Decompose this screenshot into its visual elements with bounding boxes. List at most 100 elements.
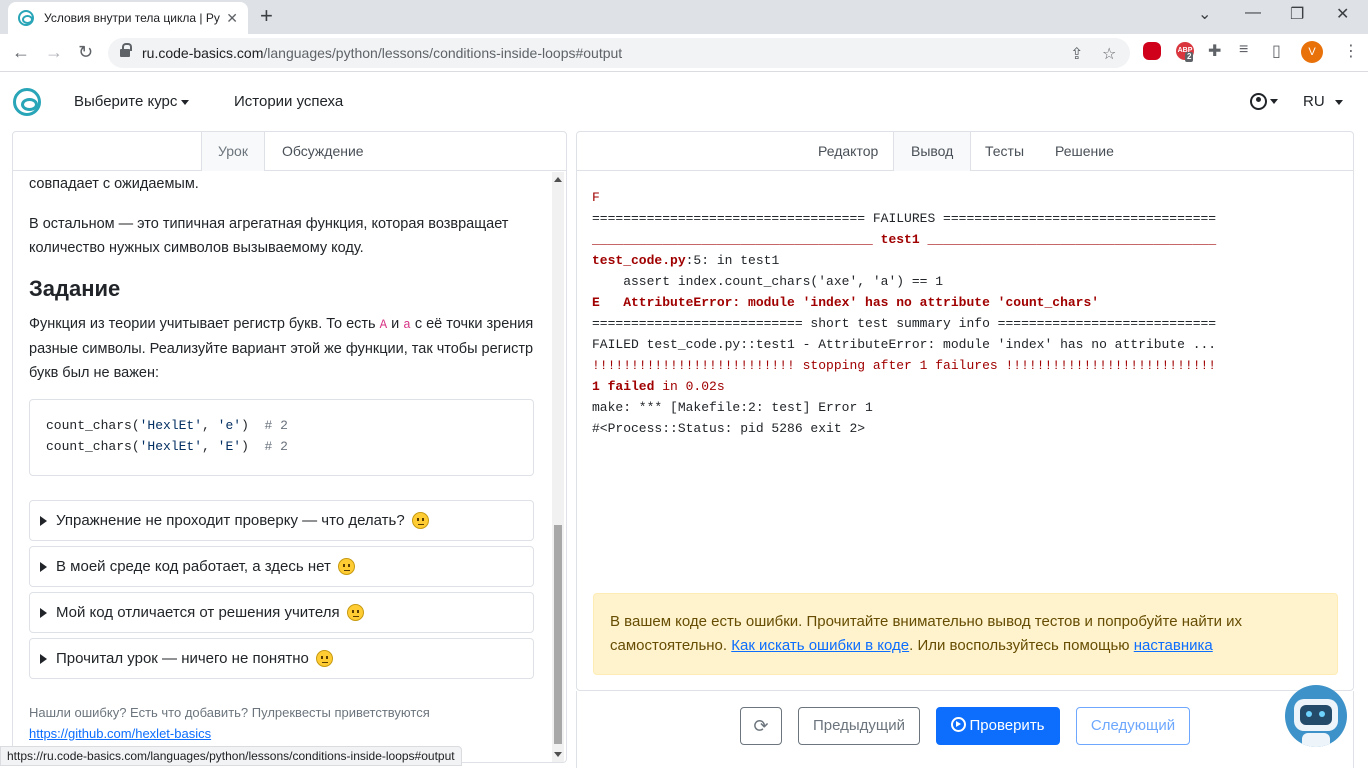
caret-down-icon: [181, 99, 190, 105]
restore-icon[interactable]: ❐: [1290, 4, 1304, 24]
profile-avatar[interactable]: V: [1301, 41, 1323, 63]
url-path: /languages/python/lessons/conditions-ins…: [263, 45, 623, 61]
language-caret-down-icon: [1334, 99, 1343, 105]
output-line: F: [592, 190, 600, 205]
reading-list-icon[interactable]: ≡: [1239, 41, 1248, 59]
code-string: 'E': [217, 439, 242, 454]
accordion-not-understood[interactable]: Прочитал урок — ничего не понятно: [29, 638, 534, 679]
language-dropdown[interactable]: RU: [1303, 93, 1343, 110]
output-panel: Редактор Вывод Тесты Решение F ==========…: [576, 131, 1354, 691]
tab-lesson[interactable]: Урок: [201, 132, 265, 171]
code-string: 'HexlEt': [139, 439, 203, 454]
emoji-neutral-face-icon: [411, 512, 429, 529]
output-line: E AttributeError: module 'index' has no …: [592, 295, 1100, 310]
accordion-label: Прочитал урок — ничего не понятно: [56, 649, 309, 667]
mentor-link[interactable]: наставника: [1134, 637, 1213, 654]
inline-code-upper-a: A: [379, 318, 388, 332]
code-sep: ,: [202, 418, 218, 433]
bot-head: [1294, 699, 1338, 731]
choose-course-label: Выберите курс: [74, 93, 178, 110]
code-basics-favicon-icon: [18, 10, 34, 26]
side-panel-icon[interactable]: ▯: [1272, 41, 1281, 61]
lock-icon[interactable]: [120, 43, 132, 58]
status-bar-url: https://ru.code-basics.com/languages/pyt…: [0, 746, 462, 766]
lesson-scrollbar[interactable]: [552, 172, 564, 762]
browser-tab-title: Условия внутри тела цикла | Pyt: [44, 11, 221, 25]
accordion-label: В моей среде код работает, а здесь нет: [56, 557, 331, 575]
choose-course-dropdown[interactable]: Выберите курс: [74, 93, 190, 110]
scroll-up-arrow-icon[interactable]: [554, 177, 562, 182]
browser-tab[interactable]: Условия внутри тела цикла | Pyt ✕: [8, 2, 248, 34]
forward-arrow-icon[interactable]: →: [45, 42, 63, 62]
output-line: ____________________________________ tes…: [592, 229, 1216, 250]
output-line: #<Process::Status: pid 5286 exit 2>: [592, 421, 866, 436]
check-button[interactable]: Проверить: [936, 707, 1060, 745]
back-arrow-icon[interactable]: ←: [12, 42, 30, 62]
lesson-content: совпадает с ожидаемым. В остальном — это…: [29, 172, 534, 745]
lesson-panel: Урок Обсуждение совпадает с ожидаемым. В…: [12, 131, 567, 763]
contribution-note: Нашли ошибку? Есть что добавить? Пулрекв…: [29, 705, 430, 720]
error-alert: В вашем коде есть ошибки. Прочитайте вни…: [593, 593, 1338, 675]
tab-output[interactable]: Вывод: [893, 132, 972, 171]
browser-toolbar: ← → ↻ ru.code-basics.com/languages/pytho…: [0, 34, 1368, 72]
next-button[interactable]: Следующий: [1076, 707, 1190, 745]
accordion-differs-from-teacher[interactable]: Мой код отличается от решения учителя: [29, 592, 534, 633]
abp-extension-icon[interactable]: ABP 2: [1176, 42, 1194, 62]
how-to-find-errors-link[interactable]: Как искать ошибки в коде: [731, 637, 909, 654]
previous-button[interactable]: Предыдущий: [798, 707, 920, 745]
site-header: Выберите курс Истории успеха RU: [0, 72, 1368, 130]
tab-editor[interactable]: Редактор: [801, 132, 895, 171]
scroll-down-arrow-icon[interactable]: [554, 752, 562, 757]
share-icon[interactable]: ⇪: [1070, 44, 1083, 64]
tab-search-chevron-icon[interactable]: ⌄: [1198, 4, 1211, 24]
url-text[interactable]: ru.code-basics.com/languages/python/less…: [142, 45, 622, 61]
bookmark-star-icon[interactable]: ☆: [1102, 44, 1116, 64]
output-line: FAILED test_code.py::test1 - AttributeEr…: [592, 337, 1217, 352]
reload-icon[interactable]: ↻: [78, 42, 93, 62]
lesson-paragraph: В остальном — это типичная агрегатная фу…: [29, 216, 509, 256]
extensions-puzzle-icon[interactable]: ✚: [1208, 41, 1221, 61]
tab-solution[interactable]: Решение: [1038, 132, 1131, 171]
lesson-text-top: совпадает с ожидаемым.: [29, 176, 199, 192]
window-close-icon[interactable]: ✕: [1336, 4, 1349, 24]
code-basics-logo-icon[interactable]: [13, 88, 41, 116]
task-description: Функция из теории учитывает регистр букв…: [29, 312, 534, 385]
output-failed-count: 1 failed: [592, 379, 655, 394]
adblock-extension-icon[interactable]: [1143, 42, 1161, 60]
user-account-icon[interactable]: [1250, 93, 1267, 110]
github-link[interactable]: https://github.com/hexlet-basics: [29, 723, 534, 745]
accordion-works-locally[interactable]: В моей среде код работает, а здесь нет: [29, 546, 534, 587]
output-underline: _____________________________________: [919, 232, 1217, 247]
accordion-check-fails[interactable]: Упражнение не проходит проверку — что де…: [29, 500, 534, 541]
minimize-icon[interactable]: —: [1245, 4, 1261, 22]
triangle-right-icon: [40, 561, 47, 572]
address-bar[interactable]: ru.code-basics.com/languages/python/less…: [108, 38, 1130, 68]
tab-tests[interactable]: Тесты: [968, 132, 1041, 171]
assistant-bot-icon[interactable]: [1285, 685, 1347, 747]
triangle-right-icon: [40, 653, 47, 664]
code-fn: count_chars(: [46, 439, 140, 454]
bot-face: [1300, 705, 1332, 725]
output-test-name: test1: [880, 232, 920, 247]
language-label: RU: [1303, 93, 1325, 110]
user-caret-down-icon[interactable]: [1270, 99, 1278, 104]
url-host: ru.code-basics.com: [142, 45, 264, 61]
tab-discussion[interactable]: Обсуждение: [266, 132, 380, 171]
code-fn: count_chars(: [46, 418, 140, 433]
check-button-label: Проверить: [969, 717, 1045, 734]
output-line: test_code.py:5: in test1: [592, 250, 1216, 271]
code-comment: # 2: [264, 418, 288, 433]
tab-close-icon[interactable]: ✕: [226, 10, 238, 27]
inline-code-lower-a: a: [403, 318, 411, 332]
browser-menu-icon[interactable]: ⋮: [1343, 41, 1359, 61]
success-stories-link[interactable]: Истории успеха: [234, 93, 343, 110]
emoji-confused-face-icon: [337, 558, 355, 575]
reset-button[interactable]: ⟳: [740, 707, 782, 745]
scroll-thumb[interactable]: [554, 525, 562, 744]
task-text-part1: Функция из теории учитывает регистр букв…: [29, 316, 380, 332]
code-close: ): [241, 418, 265, 433]
emoji-thinking-face-icon: [346, 604, 364, 621]
action-bar: ⟳ Предыдущий Проверить Следующий: [576, 691, 1354, 768]
code-string: 'e': [217, 418, 242, 433]
new-tab-button[interactable]: +: [260, 5, 273, 27]
